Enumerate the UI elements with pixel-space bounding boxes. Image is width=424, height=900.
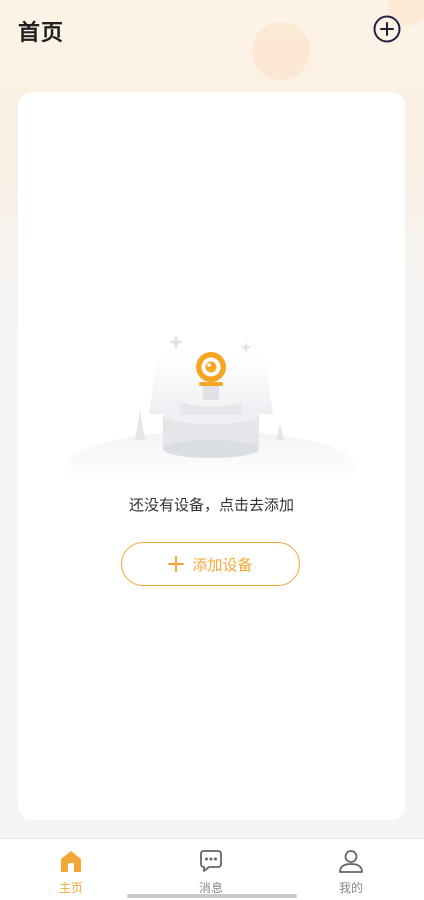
tab-profile[interactable]: 我的 [301,839,401,900]
add-device-header-button[interactable] [373,15,401,43]
plus-circle-icon [373,15,401,43]
add-device-button-label: 添加设备 [192,555,253,574]
tab-home-label: 主页 [58,881,83,895]
bottom-tab-bar: 主页 消息 我的 [0,838,424,900]
home-icon [61,851,81,872]
home-indicator [127,894,297,898]
camera-on-pedestal-illustration [66,335,356,482]
page-title: 首页 [18,21,65,46]
empty-state-message: 还没有设备，点击去添加 [128,496,294,514]
empty-state-card: 还没有设备，点击去添加 添加设备 [18,92,405,820]
user-icon [339,850,363,873]
plus-icon [168,556,185,572]
chat-bubble-icon [200,850,222,872]
tab-home[interactable]: 主页 [21,839,121,900]
tab-profile-label: 我的 [338,881,363,895]
tab-messages[interactable]: 消息 [161,839,261,900]
header: 首页 [0,0,424,62]
add-device-button[interactable]: 添加设备 [121,542,300,586]
